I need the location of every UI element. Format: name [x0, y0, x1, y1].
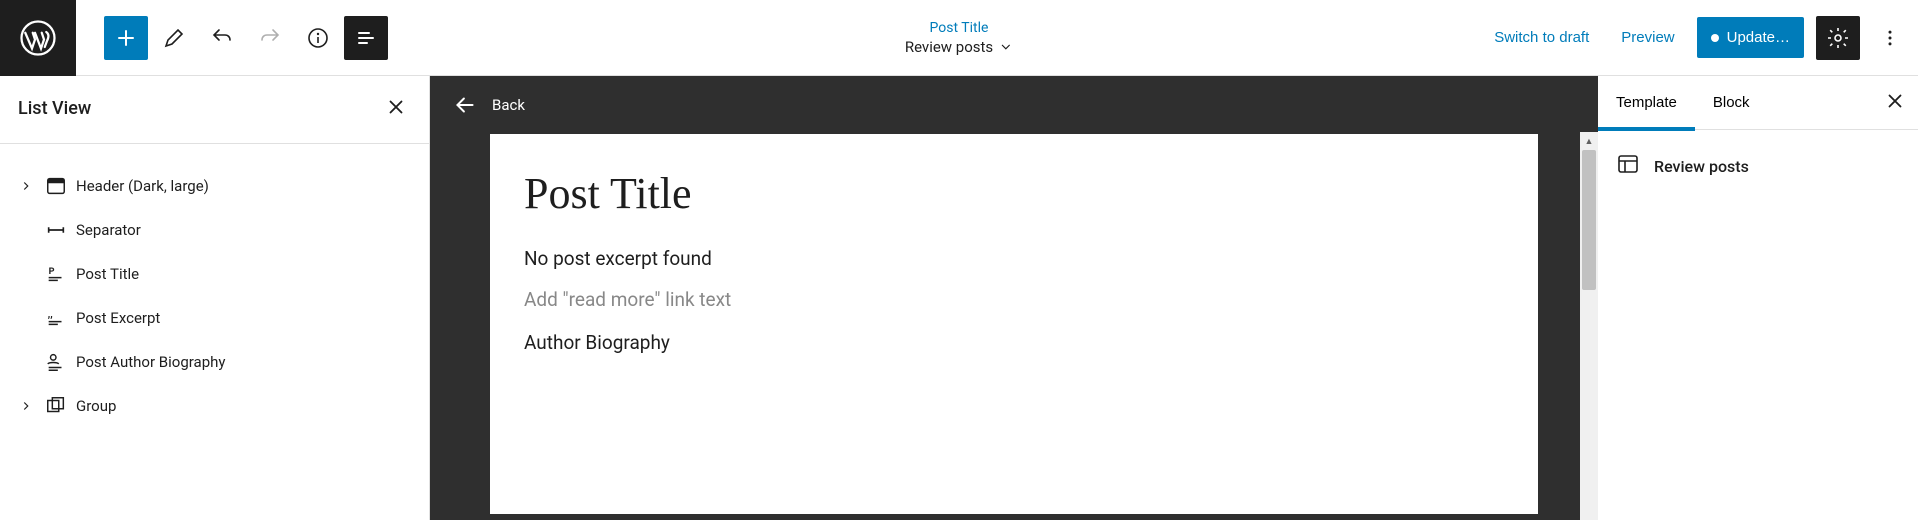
details-button[interactable] — [296, 16, 340, 60]
list-view-title: List View — [18, 98, 91, 119]
tree-item-label: Group — [76, 397, 116, 415]
arrow-left-icon — [452, 92, 478, 118]
update-button[interactable]: Update… — [1697, 17, 1804, 58]
tree-item-label: Post Author Biography — [76, 353, 226, 371]
close-inspector-button[interactable] — [1880, 86, 1910, 119]
tree-item-post-title[interactable]: P Post Title — [8, 252, 421, 296]
tree-item-label: Header (Dark, large) — [76, 177, 209, 195]
inspector-tabs: Template Block — [1598, 76, 1918, 130]
switch-to-draft-button[interactable]: Switch to draft — [1484, 21, 1599, 54]
redo-button[interactable] — [248, 16, 292, 60]
add-block-button[interactable] — [104, 16, 148, 60]
post-title-block[interactable]: Post Title — [524, 168, 1504, 219]
list-view-header: List View — [0, 76, 429, 144]
tree-item-label: Post Excerpt — [76, 309, 160, 327]
template-name-label: Review posts — [905, 38, 993, 56]
author-biography-block[interactable]: Author Biography — [524, 331, 1504, 354]
tree-item-label: Separator — [76, 221, 141, 239]
document-title-area[interactable]: Post Title Review posts — [905, 20, 1013, 56]
svg-text:,,: ,, — [48, 309, 53, 320]
vertical-scrollbar[interactable]: ▲ — [1580, 132, 1598, 520]
chevron-down-icon — [999, 40, 1013, 54]
tree-item-header[interactable]: Header (Dark, large) — [8, 164, 421, 208]
separator-block-icon — [44, 219, 68, 241]
back-label: Back — [492, 96, 525, 114]
template-name: Review posts — [1654, 157, 1749, 176]
post-title-block-icon: P — [44, 263, 68, 285]
post-excerpt-block[interactable]: No post excerpt found — [524, 247, 1504, 270]
editor-toolbar: Post Title Review posts Switch to draft … — [0, 0, 1918, 76]
undo-button[interactable] — [200, 16, 244, 60]
tree-item-separator[interactable]: Separator — [8, 208, 421, 252]
close-list-view-button[interactable] — [381, 92, 411, 125]
inspector-body: Review posts — [1598, 130, 1918, 202]
chevron-right-icon[interactable] — [16, 399, 36, 413]
tree-item-post-excerpt[interactable]: ,, Post Excerpt — [8, 296, 421, 340]
wordpress-logo[interactable] — [0, 0, 76, 76]
more-options-button[interactable] — [1872, 10, 1908, 66]
settings-button[interactable] — [1816, 16, 1860, 60]
read-more-placeholder[interactable]: Add "read more" link text — [524, 288, 1504, 311]
tree-item-author-bio[interactable]: Post Author Biography — [8, 340, 421, 384]
tab-template[interactable]: Template — [1598, 76, 1695, 130]
header-block-icon — [44, 175, 68, 197]
editor-body: List View Header (Dark, large) Separator… — [0, 76, 1918, 520]
post-excerpt-block-icon: ,, — [44, 307, 68, 329]
template-info-row[interactable]: Review posts — [1616, 152, 1900, 180]
close-icon — [385, 96, 407, 118]
scroll-up-arrow-icon[interactable]: ▲ — [1580, 132, 1598, 150]
group-block-icon — [44, 395, 68, 417]
list-view-toggle-button[interactable] — [344, 16, 388, 60]
toolbar-right: Switch to draft Preview Update… — [1484, 10, 1918, 66]
close-icon — [1884, 90, 1906, 112]
scrollbar-thumb[interactable] — [1582, 150, 1596, 290]
author-bio-block-icon — [44, 351, 68, 373]
canvas-page[interactable]: Post Title No post excerpt found Add "re… — [490, 134, 1538, 514]
tab-block[interactable]: Block — [1695, 76, 1768, 130]
tool-buttons-group — [76, 16, 388, 60]
tree-item-label: Post Title — [76, 265, 139, 283]
chevron-right-icon[interactable] — [16, 179, 36, 193]
edit-tool-button[interactable] — [152, 16, 196, 60]
tree-item-group[interactable]: Group — [8, 384, 421, 428]
layout-icon — [1616, 152, 1640, 180]
svg-text:P: P — [49, 267, 55, 277]
block-tree: Header (Dark, large) Separator P Post Ti… — [0, 144, 429, 448]
editor-canvas: Back Post Title No post excerpt found Ad… — [430, 76, 1598, 520]
list-view-panel: List View Header (Dark, large) Separator… — [0, 76, 430, 520]
inspector-panel: Template Block Review posts — [1598, 76, 1918, 520]
template-back-bar[interactable]: Back — [430, 76, 1598, 134]
document-subtitle[interactable]: Review posts — [905, 38, 1013, 56]
unsaved-indicator-icon — [1711, 34, 1719, 42]
update-button-label: Update… — [1727, 29, 1790, 46]
document-title-link[interactable]: Post Title — [905, 20, 1013, 36]
preview-button[interactable]: Preview — [1611, 21, 1684, 54]
